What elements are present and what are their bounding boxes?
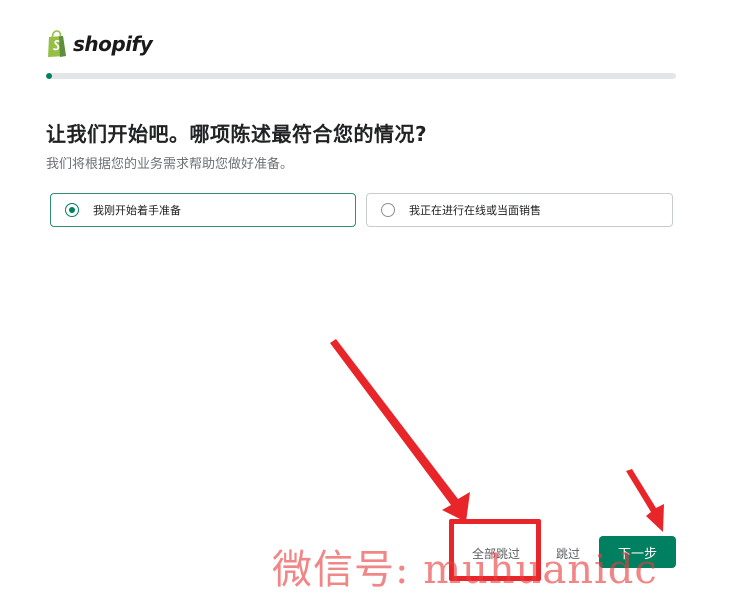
- arrow-right-icon: [626, 469, 664, 532]
- arrow-left-icon: [330, 339, 470, 522]
- annotation-layer: [330, 339, 664, 532]
